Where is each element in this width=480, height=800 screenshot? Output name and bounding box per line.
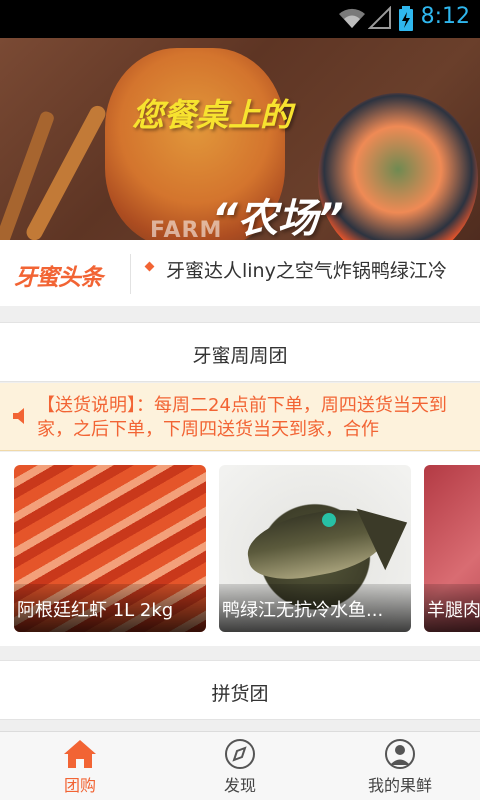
promo-banner[interactable]: 您餐桌上的 FARM “农场” bbox=[0, 38, 480, 240]
bullet-icon bbox=[144, 261, 155, 272]
product-caption: 鸭绿江无抗冷水鱼... bbox=[219, 584, 411, 632]
section-title: 拼货团 bbox=[211, 683, 269, 705]
nav-label: 我的果鲜 bbox=[367, 776, 432, 795]
bottom-nav: 团购 发现 我的果鲜 bbox=[0, 731, 480, 800]
news-ticker[interactable]: 牙蜜头条 牙蜜达人liny之空气炸锅鸭绿江冷 bbox=[0, 240, 480, 306]
section-title: 牙蜜周周团 bbox=[192, 345, 288, 367]
product-name: 羊腿肉 bbox=[427, 600, 480, 621]
product-caption: 羊腿肉 bbox=[424, 584, 480, 632]
nav-label: 发现 bbox=[223, 776, 256, 795]
nav-item-profile[interactable]: 我的果鲜 bbox=[320, 732, 480, 800]
status-bar: 8:12 bbox=[0, 0, 480, 38]
section-header-group[interactable]: 拼货团 bbox=[0, 660, 480, 720]
user-icon bbox=[385, 739, 415, 769]
nav-label: 团购 bbox=[63, 776, 96, 795]
delivery-notice: 【送货说明】：每周二24点前下单，周四送货当天到家，之后下单，下周四送货当天到家… bbox=[0, 383, 480, 451]
banner-subtitle-cn: “农场” bbox=[212, 196, 344, 240]
signal-icon bbox=[368, 6, 391, 29]
notice-text: 【送货说明】：每周二24点前下单，周四送货当天到家，之后下单，下周四送货当天到家… bbox=[37, 394, 473, 442]
ticker-text[interactable]: 牙蜜达人liny之空气炸锅鸭绿江冷 bbox=[166, 256, 447, 283]
battery-charging-icon bbox=[399, 6, 413, 31]
banner-headline: 您餐桌上的 bbox=[132, 96, 293, 134]
section-header-weekly[interactable]: 牙蜜周周团 bbox=[0, 322, 480, 382]
speaker-icon bbox=[13, 408, 24, 424]
nav-item-discover[interactable]: 发现 bbox=[160, 732, 320, 800]
compass-icon bbox=[225, 739, 255, 769]
product-card[interactable]: 阿根廷红虾 1L 2kg bbox=[14, 465, 206, 632]
ticker-logo: 牙蜜头条 bbox=[14, 265, 103, 291]
divider bbox=[130, 254, 131, 294]
home-icon bbox=[64, 740, 96, 768]
product-card[interactable]: 羊腿肉 bbox=[424, 465, 480, 632]
product-carousel[interactable]: 阿根廷红虾 1L 2kg 鸭绿江无抗冷水鱼... 羊腿肉 bbox=[0, 452, 480, 646]
clock: 8:12 bbox=[420, 4, 470, 29]
product-card[interactable]: 鸭绿江无抗冷水鱼... bbox=[219, 465, 411, 632]
nav-item-group-buy[interactable]: 团购 bbox=[0, 732, 160, 800]
notice-text-content: 【送货说明】：每周二24点前下单，周四送货当天到家，之后下单，下周四送货当天到家… bbox=[37, 395, 447, 440]
product-caption: 阿根廷红虾 1L 2kg bbox=[14, 584, 206, 632]
wifi-icon bbox=[339, 8, 365, 28]
product-name: 阿根廷红虾 1L 2kg bbox=[17, 600, 174, 621]
product-name: 鸭绿江无抗冷水鱼... bbox=[222, 600, 384, 621]
